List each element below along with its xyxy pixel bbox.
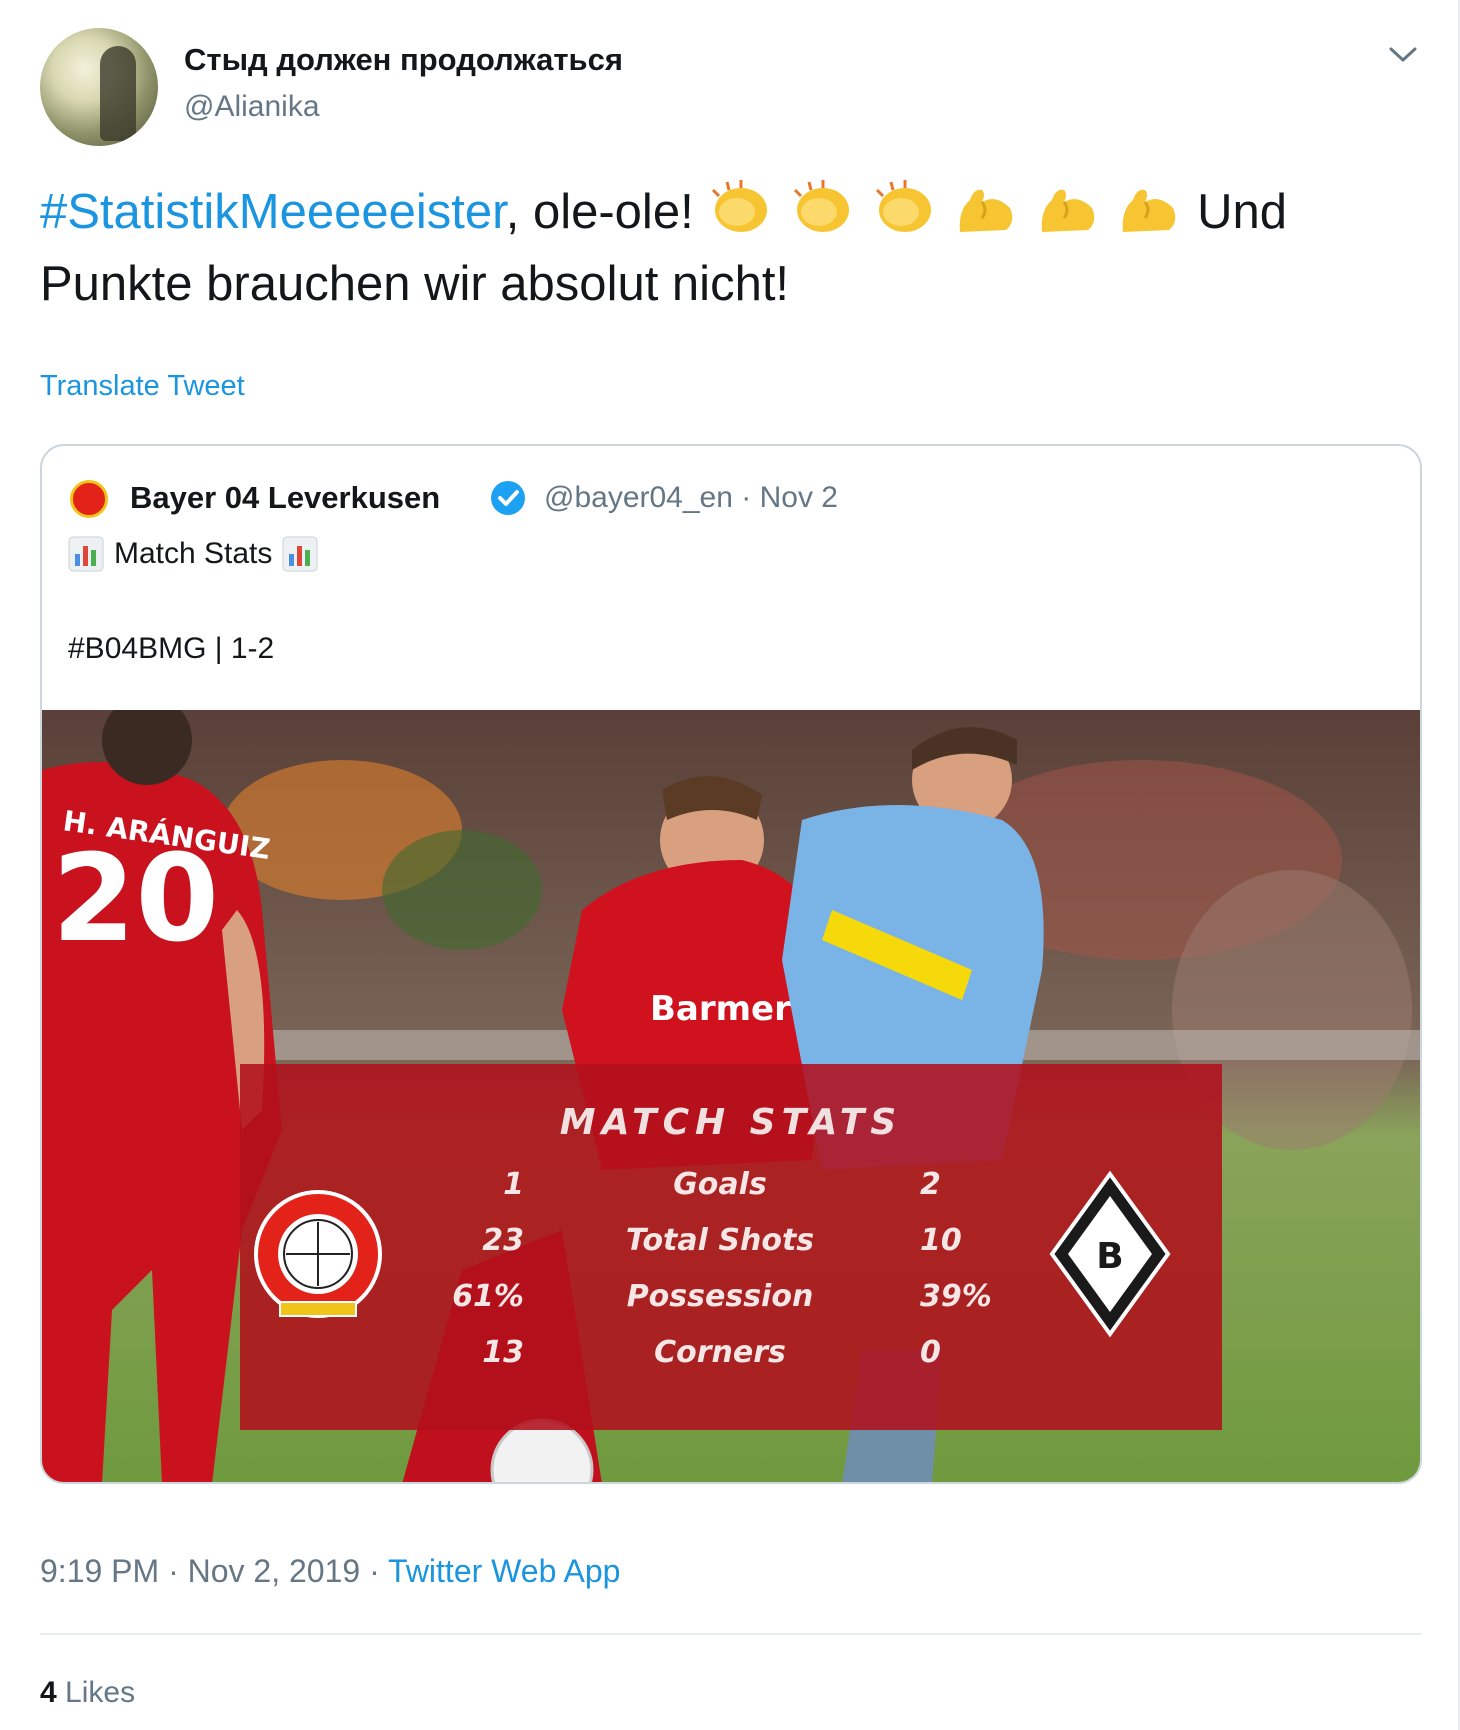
tweet-detail: Стыд должен продолжаться @Alianika #Stat…: [0, 0, 1460, 1730]
bayer-logo-avatar[interactable]: [70, 480, 108, 518]
flexed-biceps-icon: [1041, 189, 1095, 232]
stat-away-possession: 39%: [920, 1279, 992, 1314]
bar-chart-icon: [68, 536, 104, 572]
quoted-handle-date: @bayer04_en · Nov 2: [544, 481, 838, 515]
stats-panel: MATCH STATS B 1 Goals 2 23 Total Shots 1…: [240, 1064, 1222, 1430]
quoted-handle: @bayer04_en: [544, 481, 733, 514]
stat-home-possession: 61%: [452, 1279, 524, 1314]
tweet-date[interactable]: Nov 2, 2019: [188, 1553, 361, 1589]
display-name[interactable]: Стыд должен продолжаться: [184, 42, 623, 78]
quoted-tweet[interactable]: Bayer 04 Leverkusen @bayer04_en · Nov 2 …: [40, 444, 1422, 1484]
avatar[interactable]: [40, 28, 158, 146]
hashtag-link[interactable]: #StatistikMeeeeeister: [40, 185, 506, 239]
stat-away-shots: 10: [920, 1223, 962, 1258]
likes-count[interactable]: 4 Likes: [40, 1676, 135, 1710]
likes-label: Likes: [65, 1676, 136, 1709]
bayer-leverkusen-crest-icon: [254, 1190, 382, 1318]
stat-home-goals: 1: [503, 1167, 524, 1202]
likes-number: 4: [40, 1676, 57, 1709]
tweet-source-link[interactable]: Twitter Web App: [388, 1553, 620, 1589]
tweet-time[interactable]: 9:19 PM: [40, 1553, 159, 1589]
quoted-hashtag-line: #B04BMG | 1-2: [68, 632, 275, 665]
quoted-date: Nov 2: [759, 481, 838, 514]
stat-label-possession: Possession: [627, 1279, 814, 1314]
divider: [40, 1633, 1422, 1635]
stat-away-goals: 2: [920, 1167, 941, 1202]
stat-label-corners: Corners: [654, 1335, 786, 1370]
match-stats-image[interactable]: 20 H. ARÁNGUIZ Barmer MATCH STATS B 1 Go…: [42, 710, 1420, 1482]
user-handle[interactable]: @Alianika: [184, 90, 320, 124]
verified-badge-icon: [491, 481, 525, 515]
tweet-text: #StatistikMeeeeeister, ole-ole! Und Punk…: [40, 176, 1430, 320]
shirt-sponsor: Barmer: [650, 989, 791, 1029]
clapping-hands-icon: [712, 180, 768, 232]
separator: ·: [732, 481, 760, 514]
tweet-timestamp: 9:19 PM · Nov 2, 2019 · Twitter Web App: [40, 1553, 620, 1590]
chevron-down-icon[interactable]: [1386, 38, 1420, 72]
svg-text:B: B: [1096, 1236, 1123, 1277]
translate-tweet-link[interactable]: Translate Tweet: [40, 370, 245, 403]
quoted-text: Match Stats: [114, 537, 273, 570]
quoted-line-1: Match Stats: [68, 536, 318, 572]
stat-label-shots: Total Shots: [626, 1223, 814, 1258]
tweet-text-segment: , ole-ole!: [505, 185, 694, 239]
flexed-biceps-icon: [1123, 189, 1176, 232]
stat-label-goals: Goals: [673, 1167, 767, 1202]
quoted-display-name: Bayer 04 Leverkusen: [130, 480, 441, 515]
separator: ·: [360, 1553, 389, 1589]
flexed-biceps-icon: [959, 189, 1013, 232]
emoji-row: [707, 180, 1197, 239]
stat-away-corners: 0: [920, 1335, 941, 1370]
clapping-hands-icon: [793, 180, 849, 232]
stats-title: MATCH STATS: [560, 1102, 902, 1143]
bar-chart-icon: [282, 536, 318, 572]
separator: ·: [159, 1553, 188, 1589]
clapping-hands-icon: [875, 180, 931, 232]
stat-home-shots: 23: [482, 1223, 524, 1258]
stat-home-corners: 13: [482, 1335, 524, 1370]
